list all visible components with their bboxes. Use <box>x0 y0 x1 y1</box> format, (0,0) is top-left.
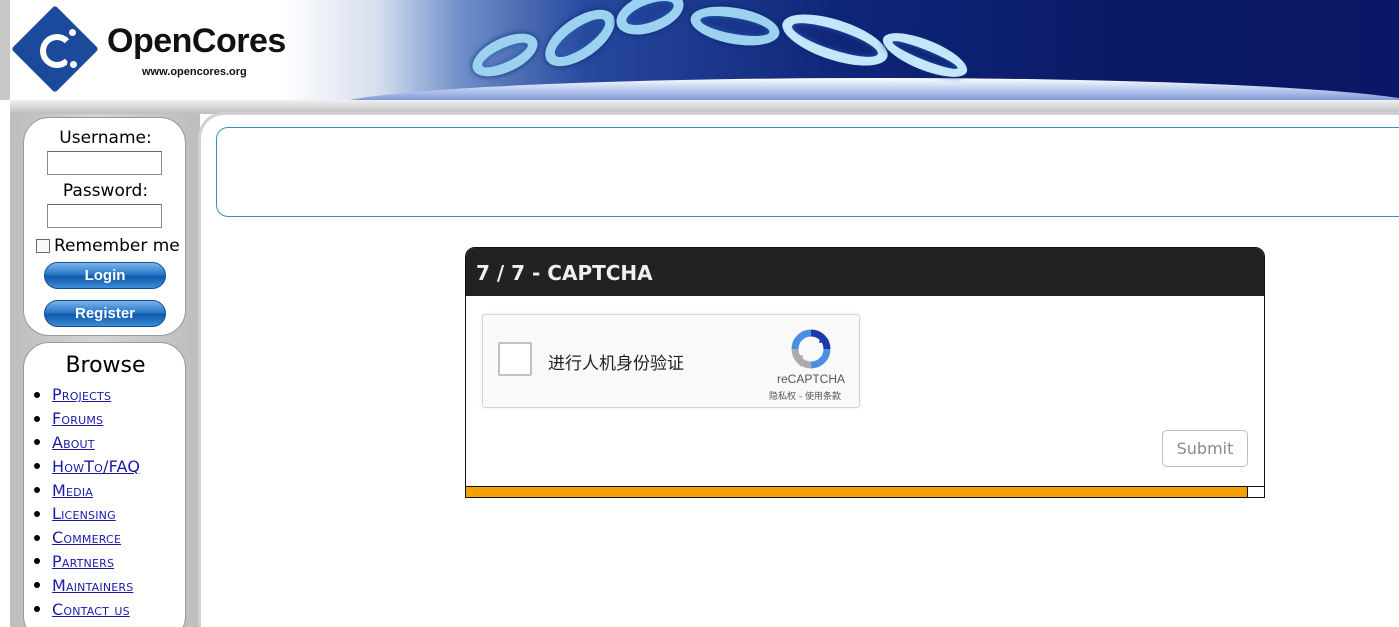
nav-link-contact-us[interactable]: Contact us <box>52 600 130 619</box>
info-box <box>216 127 1399 217</box>
remember-me-row[interactable]: Remember me <box>36 236 180 256</box>
chain-link-decoration <box>877 24 973 86</box>
logo-text: OpenCores <box>107 22 286 60</box>
nav-item-licensing: Licensing <box>32 502 140 526</box>
nav-link-projects[interactable]: Projects <box>52 385 111 404</box>
recaptcha-checkbox[interactable] <box>498 342 532 376</box>
nav-link-media[interactable]: Media <box>52 481 93 500</box>
bullet-icon <box>34 415 40 422</box>
login-button[interactable]: Login <box>44 262 166 289</box>
nav-item-partners: Partners <box>32 550 140 574</box>
chain-link-decoration <box>687 0 783 52</box>
progress-fill <box>466 487 1249 497</box>
site-logo[interactable]: OpenCores www.opencores.org <box>11 5 314 96</box>
submit-button[interactable]: Submit <box>1162 430 1248 467</box>
site-header: OpenCores www.opencores.org <box>0 0 1399 100</box>
browse-title: Browse <box>65 353 146 378</box>
nav-item-projects: Projects <box>32 383 140 407</box>
browse-nav-list: Projects Forums About HowTo/FAQ Media Li… <box>32 383 140 621</box>
nav-item-howto-faq: HowTo/FAQ <box>32 454 140 478</box>
header-edge <box>0 0 10 100</box>
nav-link-about[interactable]: About <box>52 433 95 452</box>
nav-item-maintainers: Maintainers <box>32 573 140 597</box>
username-label: Username: <box>59 128 152 148</box>
nav-link-commerce[interactable]: Commerce <box>52 528 121 547</box>
bullet-icon <box>34 606 40 613</box>
captcha-title: 7 / 7 - CAPTCHA <box>466 248 1264 296</box>
progress-bar <box>466 486 1264 497</box>
remember-me-checkbox[interactable] <box>36 239 50 253</box>
username-input[interactable] <box>47 151 162 175</box>
bullet-icon <box>34 582 40 589</box>
chain-link-decoration <box>776 3 894 77</box>
nav-item-contact-us: Contact us <box>32 597 140 621</box>
nav-link-maintainers[interactable]: Maintainers <box>52 576 133 595</box>
chain-link-decoration <box>535 0 625 78</box>
chain-link-decoration <box>466 24 544 86</box>
planet-glow-decoration <box>330 78 1399 100</box>
bullet-icon <box>34 510 40 517</box>
password-label: Password: <box>62 181 149 201</box>
recaptcha-privacy-terms-links[interactable]: 隐私权 - 使用条款 <box>755 389 855 402</box>
captcha-card: 7 / 7 - CAPTCHA 进行人机身份验证 reCAPTCHA 隐私权 -… <box>465 247 1265 498</box>
nav-link-forums[interactable]: Forums <box>52 409 103 428</box>
nav-link-partners[interactable]: Partners <box>52 552 114 571</box>
nav-link-licensing[interactable]: Licensing <box>52 504 116 523</box>
bullet-icon <box>34 487 40 494</box>
nav-item-about: About <box>32 431 140 455</box>
login-panel: Username: Password: Remember me Login Re… <box>23 117 186 336</box>
browse-panel: Browse Projects Forums About HowTo/FAQ M… <box>23 342 186 627</box>
bullet-icon <box>34 463 40 470</box>
bullet-icon <box>34 439 40 446</box>
bullet-icon <box>34 558 40 565</box>
nav-link-howto-faq[interactable]: HowTo/FAQ <box>52 457 140 476</box>
password-input[interactable] <box>47 204 162 228</box>
logo-dot-icon <box>66 26 79 39</box>
recaptcha-brand: reCAPTCHA <box>776 372 845 386</box>
bullet-icon <box>34 534 40 541</box>
logo-dot-icon <box>67 58 80 71</box>
register-button[interactable]: Register <box>44 300 166 327</box>
recaptcha-label: 进行人机身份验证 <box>548 354 684 374</box>
logo-url: www.opencores.org <box>142 66 247 78</box>
bullet-icon <box>34 391 40 398</box>
nav-item-forums: Forums <box>32 407 140 431</box>
remember-me-label: Remember me <box>54 236 180 256</box>
chain-link-decoration <box>610 0 690 43</box>
recaptcha-widget: 进行人机身份验证 reCAPTCHA 隐私权 - 使用条款 <box>482 314 860 408</box>
recaptcha-logo-icon <box>791 329 831 369</box>
nav-item-commerce: Commerce <box>32 526 140 550</box>
nav-item-media: Media <box>32 478 140 502</box>
